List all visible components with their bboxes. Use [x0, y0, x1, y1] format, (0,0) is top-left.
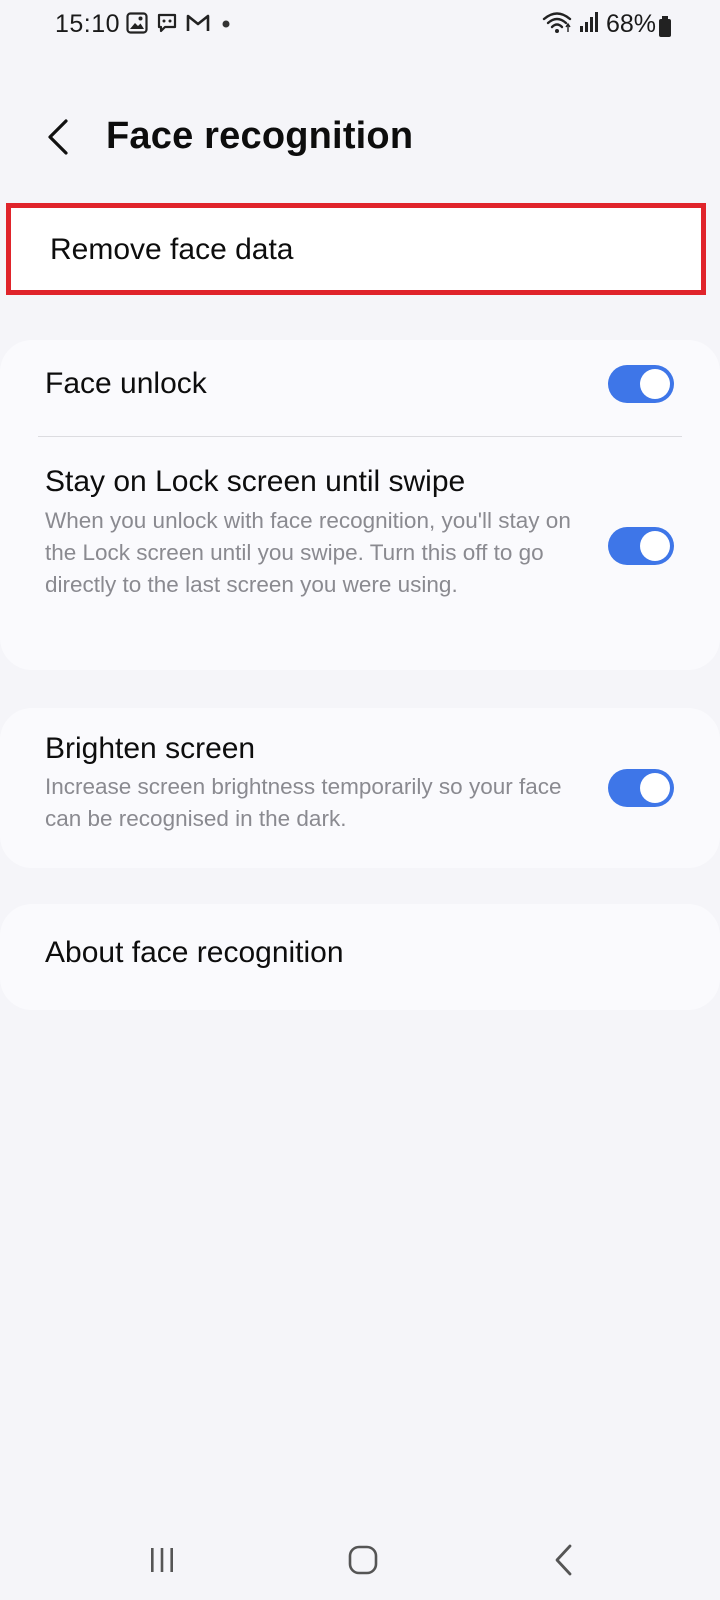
- brighten-screen-toggle[interactable]: [608, 769, 674, 807]
- navigation-bar: [0, 1520, 720, 1600]
- toggle-knob: [640, 369, 670, 399]
- about-card[interactable]: About face recognition: [0, 904, 720, 1010]
- dot-icon: [218, 13, 234, 33]
- about-face-recognition-title: About face recognition: [45, 936, 344, 969]
- wifi-icon: [542, 10, 572, 39]
- home-button[interactable]: [333, 1538, 393, 1582]
- home-icon: [348, 1545, 378, 1575]
- recent-apps-button[interactable]: [132, 1538, 192, 1582]
- nav-back-button[interactable]: [534, 1538, 594, 1582]
- remove-face-data-label: Remove face data: [50, 233, 294, 266]
- face-unlock-toggle[interactable]: [608, 365, 674, 403]
- signal-icon: [579, 11, 599, 38]
- status-bar: 15:10 68%: [0, 0, 720, 54]
- stay-on-lock-row[interactable]: Stay on Lock screen until swipe When you…: [0, 437, 720, 670]
- toggle-knob: [640, 773, 670, 803]
- status-right: 68%: [542, 10, 656, 39]
- unlock-settings-card: Face unlock Stay on Lock screen until sw…: [0, 340, 720, 670]
- notification-icons: [126, 12, 234, 34]
- status-time: 15:10: [55, 10, 121, 38]
- chat-icon: [156, 12, 178, 34]
- face-unlock-row[interactable]: Face unlock: [0, 340, 720, 436]
- gallery-icon: [126, 12, 148, 34]
- stay-on-lock-toggle[interactable]: [608, 527, 674, 565]
- header: Face recognition: [0, 95, 720, 185]
- back-icon: [555, 1544, 572, 1576]
- gmail-icon: [186, 13, 210, 33]
- face-unlock-title: Face unlock: [45, 367, 207, 400]
- battery-icon: [658, 16, 672, 43]
- toggle-knob: [640, 531, 670, 561]
- chevron-left-icon: [48, 119, 68, 155]
- brighten-screen-title: Brighten screen: [45, 732, 256, 765]
- page-title: Face recognition: [106, 115, 414, 157]
- brighten-screen-description: Increase screen brightness temporarily s…: [45, 774, 562, 831]
- remove-face-data-item[interactable]: Remove face data: [6, 203, 706, 295]
- recent-apps-icon: [151, 1548, 173, 1572]
- battery-percent: 68%: [605, 10, 656, 38]
- stay-on-lock-title: Stay on Lock screen until swipe: [45, 465, 466, 498]
- brighten-screen-card[interactable]: Brighten screen Increase screen brightne…: [0, 708, 720, 868]
- back-button[interactable]: [30, 109, 86, 165]
- stay-on-lock-description: When you unlock with face recognition, y…: [45, 508, 571, 597]
